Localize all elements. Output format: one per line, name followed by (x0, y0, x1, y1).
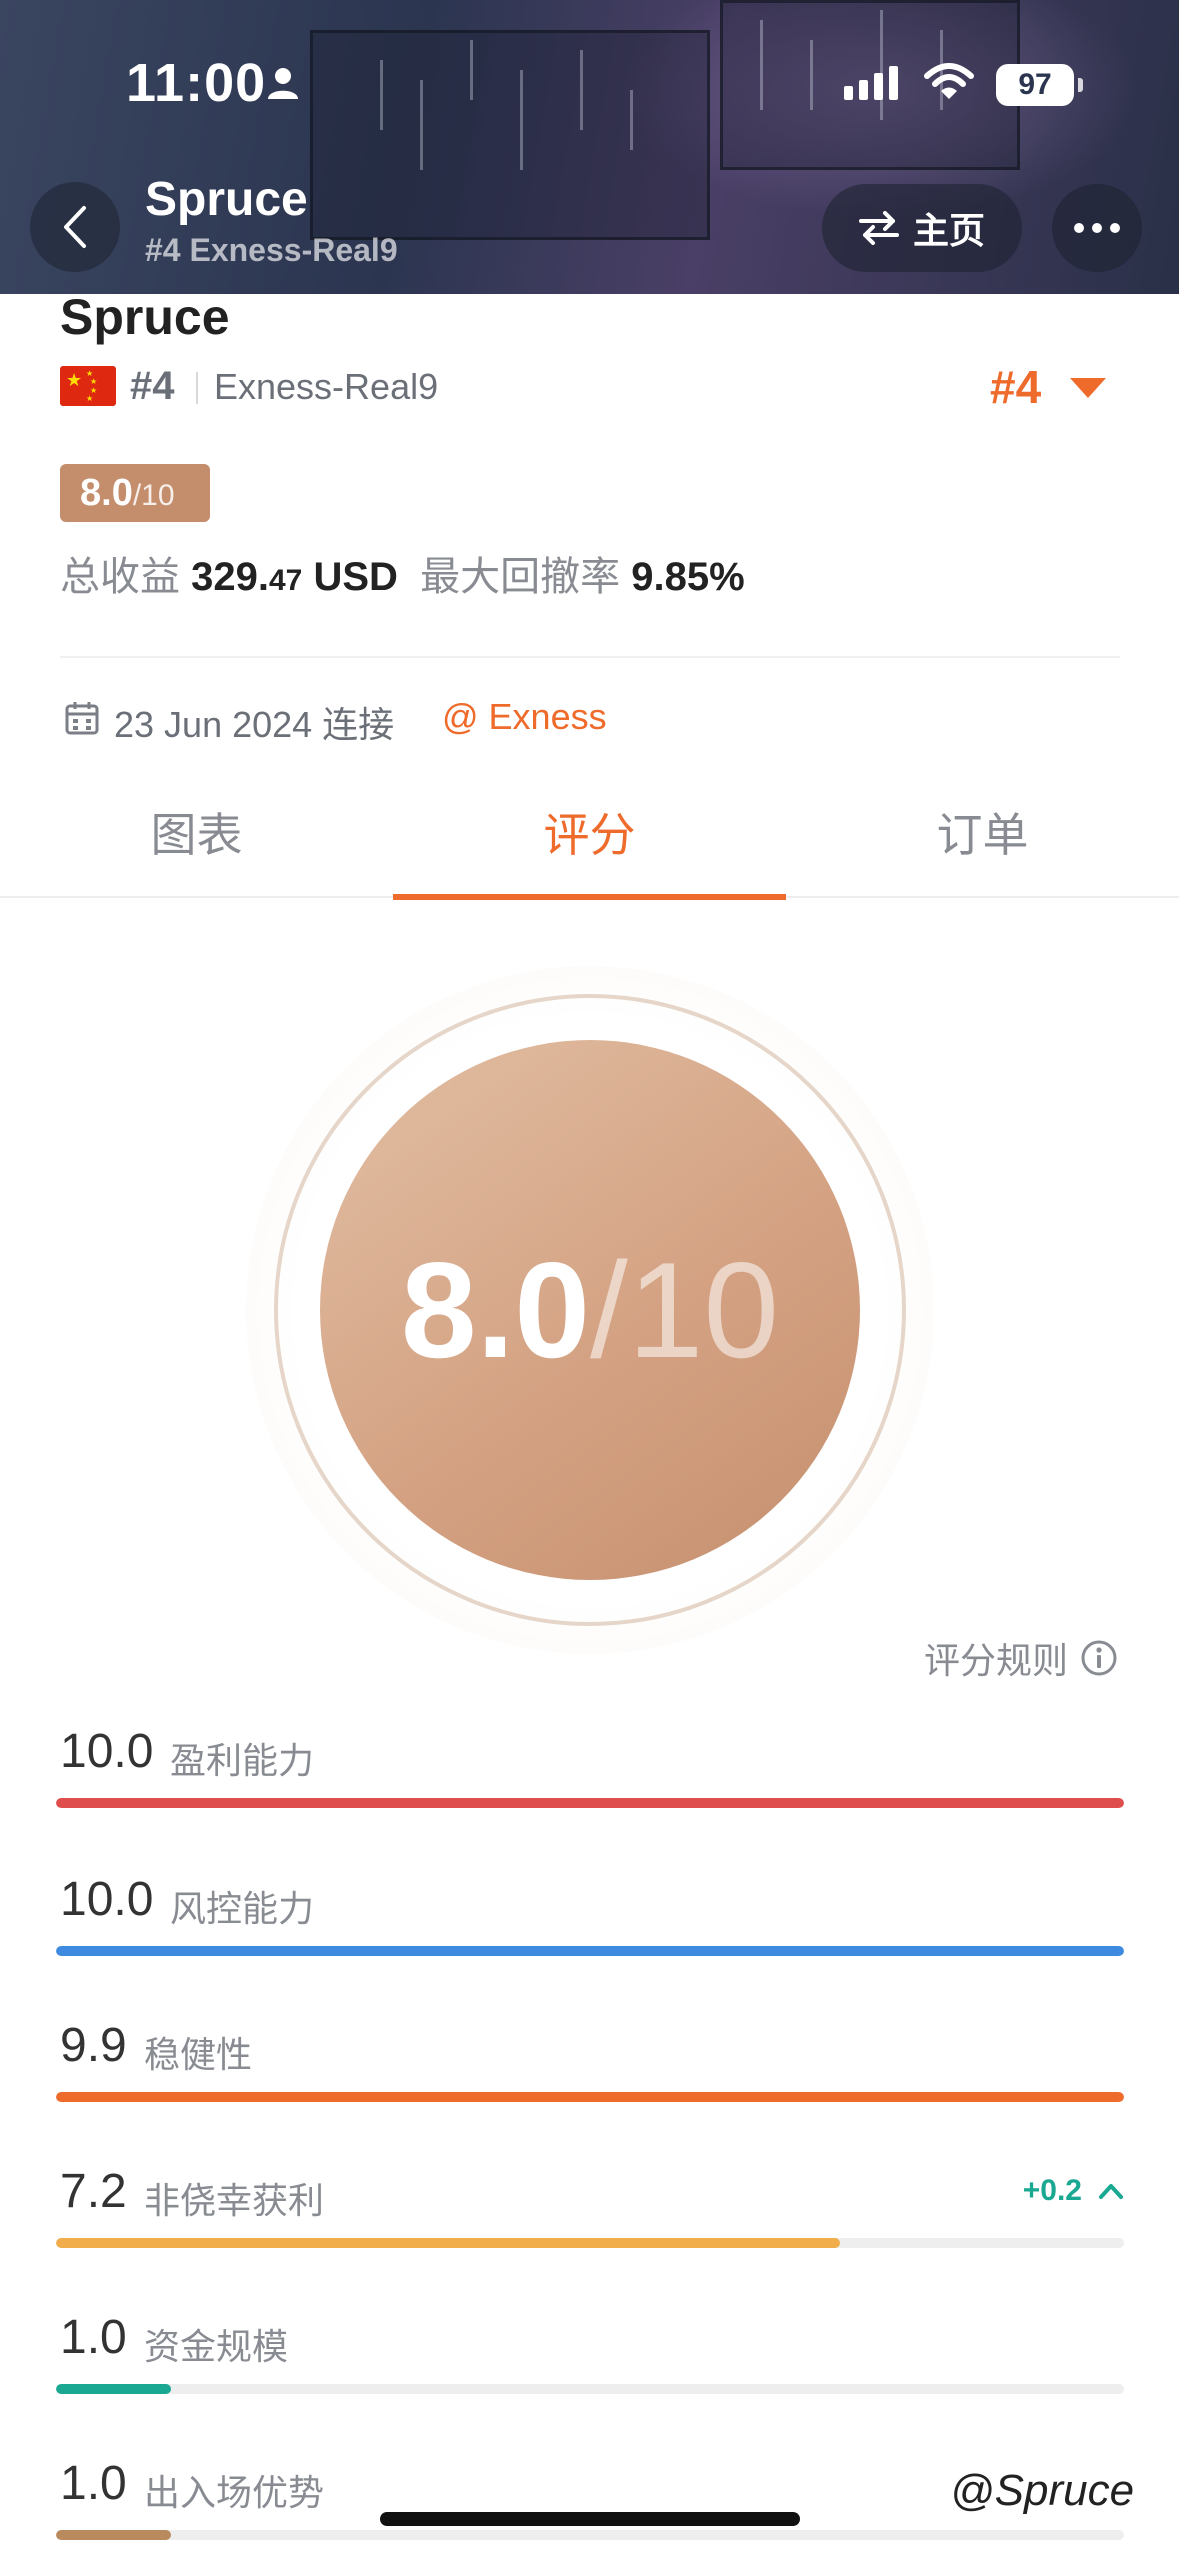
total-profit-value: 329.47 USD (191, 555, 398, 599)
battery-indicator: 97 (996, 64, 1083, 106)
metric-label: 非侥幸获利 (144, 2180, 325, 2221)
more-dot-icon (1074, 223, 1084, 233)
metric-bar-track (56, 2092, 1124, 2102)
caret-down-icon[interactable] (1070, 378, 1106, 398)
banner-candle (380, 60, 383, 130)
max-drawdown-label: 最大回撤率 (420, 555, 621, 599)
banner-candle (760, 20, 763, 110)
metric-value: 10.0 (60, 1725, 154, 1778)
chevron-left-icon (64, 206, 86, 248)
metric-bar-track (56, 1946, 1124, 1956)
score-rules-label: 评分规则 (924, 1640, 1069, 1681)
metric-bar-fill (56, 2530, 172, 2540)
broker-link[interactable]: @ Exness (442, 696, 607, 738)
banner-candle (810, 40, 813, 110)
rank-dropdown[interactable]: #4 (990, 360, 1041, 414)
tab-score[interactable]: 评分 (393, 790, 786, 900)
metric-bar-fill (56, 1798, 1124, 1808)
metric-label: 资金规模 (144, 2326, 289, 2367)
metric-delta[interactable]: +0.2 (1023, 2174, 1124, 2208)
score-pill-denominator: /10 (132, 479, 175, 512)
swap-icon (858, 211, 899, 245)
score-pill-value: 8.0 (80, 472, 133, 514)
metric-label: 风控能力 (170, 1888, 315, 1929)
cellular-signal-icon (844, 66, 898, 100)
wifi-icon (924, 62, 974, 107)
account-name: Exness-Real9 (214, 366, 439, 407)
score-pill: 8.0/10 (60, 464, 210, 522)
watermark: @Spruce (950, 2466, 1135, 2515)
metric-value: 1.0 (60, 2311, 127, 2364)
score-circle: 8.0/10 (320, 1040, 860, 1580)
max-drawdown-value: 9.85% (631, 555, 745, 599)
home-button[interactable]: 主页 (822, 184, 1022, 272)
more-dot-icon (1092, 223, 1102, 233)
metric-value: 1.0 (60, 2457, 127, 2510)
profile-name: Spruce (60, 289, 230, 345)
metric-label: 稳健性 (144, 2034, 253, 2075)
metric-label: 盈利能力 (170, 1740, 315, 1781)
metric-bar-fill (56, 2092, 1124, 2102)
more-dot-icon (1110, 223, 1120, 233)
profit-stats: 总收益 329.47 USD 最大回撤率 9.85% (60, 544, 745, 602)
person-icon (266, 66, 300, 105)
banner-candle (470, 40, 473, 100)
nav-subtitle: #4 Exness-Real9 (145, 232, 398, 268)
back-button[interactable] (30, 182, 120, 272)
divider (60, 656, 1120, 658)
metric-value: 7.2 (60, 2165, 127, 2218)
info-icon (1081, 1640, 1117, 1676)
metric-bar-track (56, 2384, 1124, 2394)
metric-value: 9.9 (60, 2019, 127, 2072)
metric-label: 出入场优势 (144, 2472, 325, 2513)
calendar-icon (64, 700, 100, 741)
tab-orders[interactable]: 订单 (786, 790, 1179, 896)
metric-bar-track (56, 1798, 1124, 1808)
metric-bar-fill (56, 2384, 172, 2394)
metric-delta-value: +0.2 (1022, 2174, 1082, 2207)
metric-bar-track (56, 2530, 1124, 2540)
home-button-label: 主页 (912, 210, 985, 251)
tab-chart[interactable]: 图表 (0, 790, 393, 896)
banner-candle (580, 50, 583, 130)
score-circle-value: 8.0 (400, 1234, 590, 1386)
metric-bar-fill (56, 1946, 1124, 1956)
banner-candle (420, 80, 423, 170)
banner-monitor (310, 30, 710, 240)
chevron-up-icon (1099, 2184, 1123, 2199)
score-circle-denominator: /10 (590, 1234, 780, 1386)
metric-bar-track (56, 2238, 1124, 2248)
total-profit-label: 总收益 (60, 555, 180, 599)
score-rules-link[interactable]: 评分规则 (924, 1632, 1118, 1684)
connect-date: 23 Jun 2024 连接 (114, 704, 395, 745)
rank-badge: #4 (130, 364, 175, 408)
status-time: 11:00 (126, 53, 267, 113)
banner-candle (880, 10, 883, 120)
divider (196, 372, 198, 404)
metric-value: 10.0 (60, 1873, 154, 1926)
banner-candle (520, 70, 523, 170)
china-flag-icon: ★ ★ ★ ★ ★ (60, 366, 116, 406)
tab-bar: 图表 评分 订单 (0, 790, 1179, 900)
banner-candle (630, 90, 633, 150)
more-button[interactable] (1052, 184, 1142, 272)
home-indicator[interactable] (380, 2512, 800, 2526)
metric-bar-fill (56, 2238, 840, 2248)
nav-title: Spruce (145, 173, 308, 226)
